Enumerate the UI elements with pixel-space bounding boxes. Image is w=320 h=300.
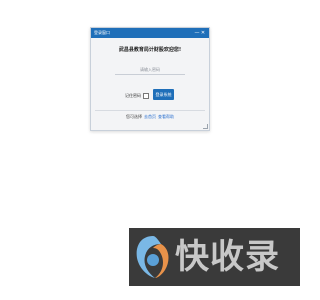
footer-links: 您可选择 去首页 查看帮助 xyxy=(91,114,209,120)
watermark-text: 快收录 xyxy=(175,237,280,277)
footer-prefix: 您可选择 xyxy=(126,114,142,119)
remember-password-label: 记住密码 xyxy=(125,93,141,98)
login-dialog: 登录窗口 — ✕ 武昌县教育局计财股欢迎您! 记住密码 登录系统 您可选择 去首页… xyxy=(90,27,210,131)
remember-password-checkbox[interactable] xyxy=(143,93,149,99)
remember-password[interactable]: 记住密码 xyxy=(125,93,149,99)
watermark-logo-icon xyxy=(136,236,169,278)
close-icon[interactable]: ✕ xyxy=(200,29,206,37)
help-link[interactable]: 查看帮助 xyxy=(158,114,174,119)
welcome-heading: 武昌县教育局计财股欢迎您! xyxy=(118,47,182,53)
login-button[interactable]: 登录系统 xyxy=(153,89,174,100)
password-input[interactable] xyxy=(115,64,185,75)
watermark: 快收录 xyxy=(129,228,300,286)
dialog-titlebar[interactable]: 登录窗口 — ✕ xyxy=(91,28,209,38)
divider xyxy=(95,110,205,111)
home-link[interactable]: 去首页 xyxy=(144,114,156,119)
resize-grip-icon[interactable] xyxy=(203,124,208,129)
dialog-title: 登录窗口 xyxy=(94,30,110,35)
